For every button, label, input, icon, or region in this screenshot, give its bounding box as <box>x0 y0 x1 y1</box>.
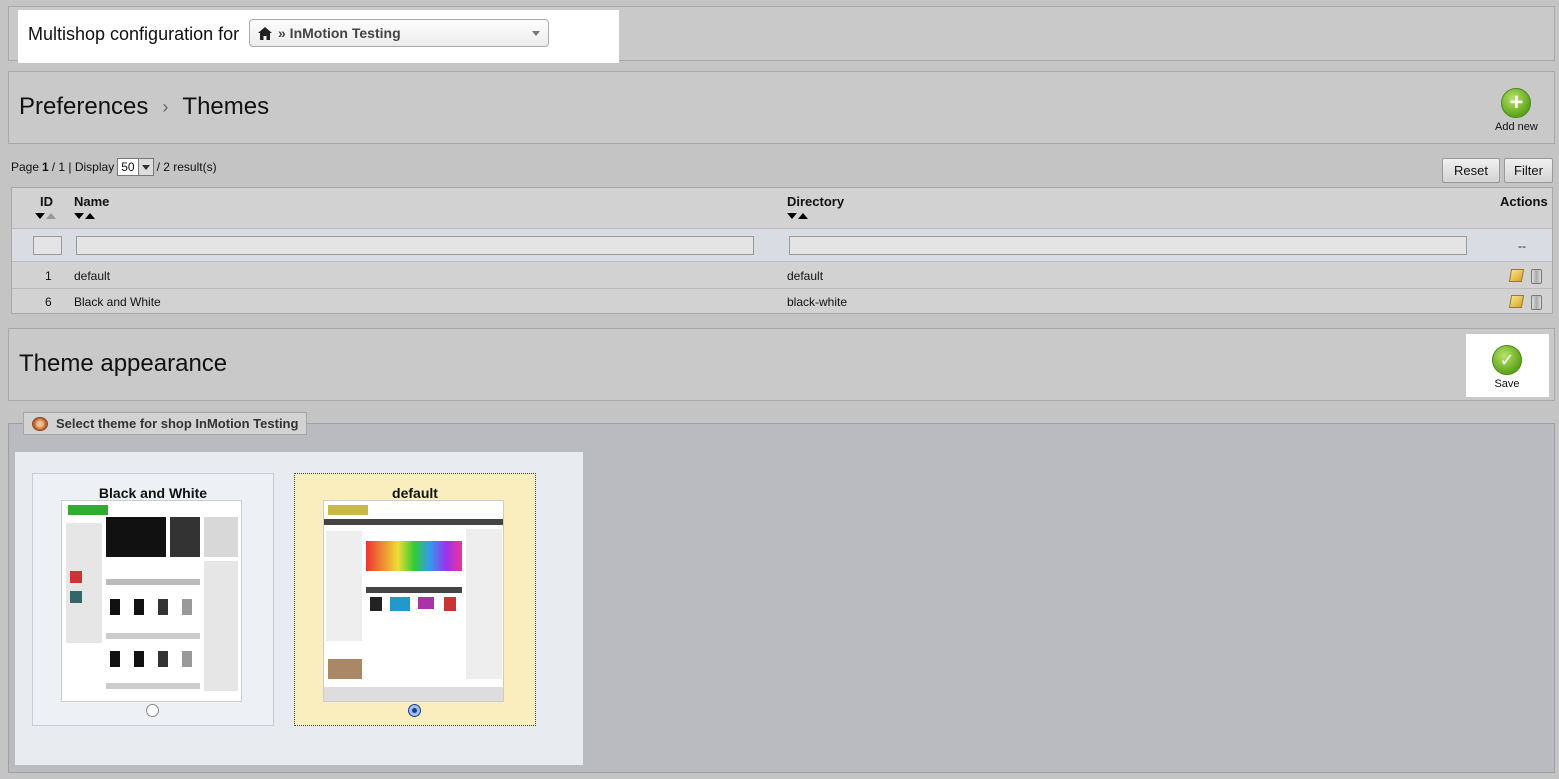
legend-label: Select theme for shop InMotion Testing <box>56 416 299 431</box>
save-label: Save <box>1494 378 1520 390</box>
table-row[interactable]: 6 Black and White black-white <box>12 289 1552 315</box>
row-directory: default <box>787 269 824 283</box>
plus-icon: + <box>1501 88 1532 118</box>
add-new-button[interactable]: + Add new <box>1495 88 1538 133</box>
add-new-label: Add new <box>1495 121 1538 133</box>
sort-directory <box>787 213 808 219</box>
sort-desc-icon[interactable] <box>35 213 45 219</box>
row-directory: black-white <box>787 295 848 309</box>
theme-list: Black and White default <box>15 452 583 765</box>
edit-icon[interactable] <box>1508 269 1525 282</box>
theme-card-black-white[interactable]: Black and White <box>32 473 274 726</box>
theme-card-default[interactable]: default <box>294 473 536 726</box>
multishop-label: Multishop configuration for <box>28 24 240 44</box>
check-icon: ✓ <box>1492 345 1522 375</box>
edit-icon[interactable] <box>1508 295 1525 308</box>
theme-radio-black-white[interactable] <box>146 704 159 717</box>
theme-preview-image <box>323 500 504 702</box>
shop-select-value: » InMotion Testing <box>278 25 401 41</box>
fieldset-legend: Select theme for shop InMotion Testing <box>23 412 308 435</box>
filter-button[interactable]: Filter <box>1504 158 1553 183</box>
save-button[interactable]: ✓ Save <box>1492 345 1522 390</box>
sort-asc-icon[interactable] <box>85 213 95 219</box>
row-id: 1 <box>45 269 52 283</box>
filter-actions-placeholder: -- <box>1518 239 1526 253</box>
filter-directory-input[interactable] <box>789 236 1467 255</box>
sort-asc-icon[interactable] <box>798 213 808 219</box>
home-icon <box>258 26 272 40</box>
breadcrumb: Preferences › Themes <box>19 93 269 121</box>
row-id: 6 <box>45 295 52 309</box>
page-current: 1 <box>42 160 49 174</box>
chevron-down-icon <box>137 159 153 175</box>
reset-button[interactable]: Reset <box>1442 158 1500 183</box>
theme-select-fieldset: Select theme for shop InMotion Testing B… <box>8 412 1555 773</box>
section-title: Theme appearance <box>19 350 228 377</box>
breadcrumb-separator: › <box>162 96 169 117</box>
theme-name: Black and White <box>98 485 208 501</box>
save-button-wrap: ✓ Save <box>1466 334 1549 397</box>
pagination: Page 1 / 1 | Display 50 / 2 result(s) <box>11 158 217 176</box>
results-count: / 2 result(s) <box>156 160 217 174</box>
sort-desc-icon[interactable] <box>74 213 84 219</box>
col-header-name: Name <box>74 194 110 209</box>
sort-desc-icon[interactable] <box>787 213 797 219</box>
per-page-select[interactable]: 50 <box>117 158 154 176</box>
shop-select[interactable]: » InMotion Testing <box>249 19 549 47</box>
breadcrumb-parent[interactable]: Preferences <box>19 93 148 121</box>
row-name: default <box>74 269 111 283</box>
sort-asc-icon[interactable] <box>46 213 56 219</box>
sort-id <box>35 213 56 219</box>
row-name: Black and White <box>74 295 161 309</box>
theme-name: default <box>392 485 438 501</box>
col-header-actions: Actions <box>1500 194 1548 209</box>
col-header-directory: Directory <box>787 194 845 209</box>
page-total: / 1 | Display <box>51 160 115 174</box>
page-title: Themes <box>182 93 270 120</box>
multishop-highlight: Multishop configuration for » InMotion T… <box>18 10 619 63</box>
table-row[interactable]: 1 default default <box>12 263 1552 289</box>
col-header-id: ID <box>40 194 53 209</box>
delete-icon[interactable] <box>1531 295 1542 310</box>
filter-name-input[interactable] <box>76 236 754 255</box>
multishop-bar: Multishop configuration for » InMotion T… <box>8 6 1555 63</box>
palette-icon <box>32 416 48 431</box>
per-page-value: 50 <box>121 160 135 174</box>
toolbar-panel: Preferences › Themes + Add new <box>8 71 1555 144</box>
theme-radio-default[interactable] <box>408 704 421 717</box>
themes-table: ID Name Directory Actions -- 1 default d… <box>11 187 1553 314</box>
chevron-down-icon <box>532 31 540 36</box>
page-prefix: Page <box>11 160 40 174</box>
filter-id-input[interactable] <box>33 236 62 255</box>
theme-preview-image <box>61 500 242 702</box>
filter-row: -- <box>12 228 1552 262</box>
sort-name <box>74 213 95 219</box>
theme-appearance-panel: Theme appearance ✓ Save <box>8 328 1555 401</box>
delete-icon[interactable] <box>1531 269 1542 284</box>
